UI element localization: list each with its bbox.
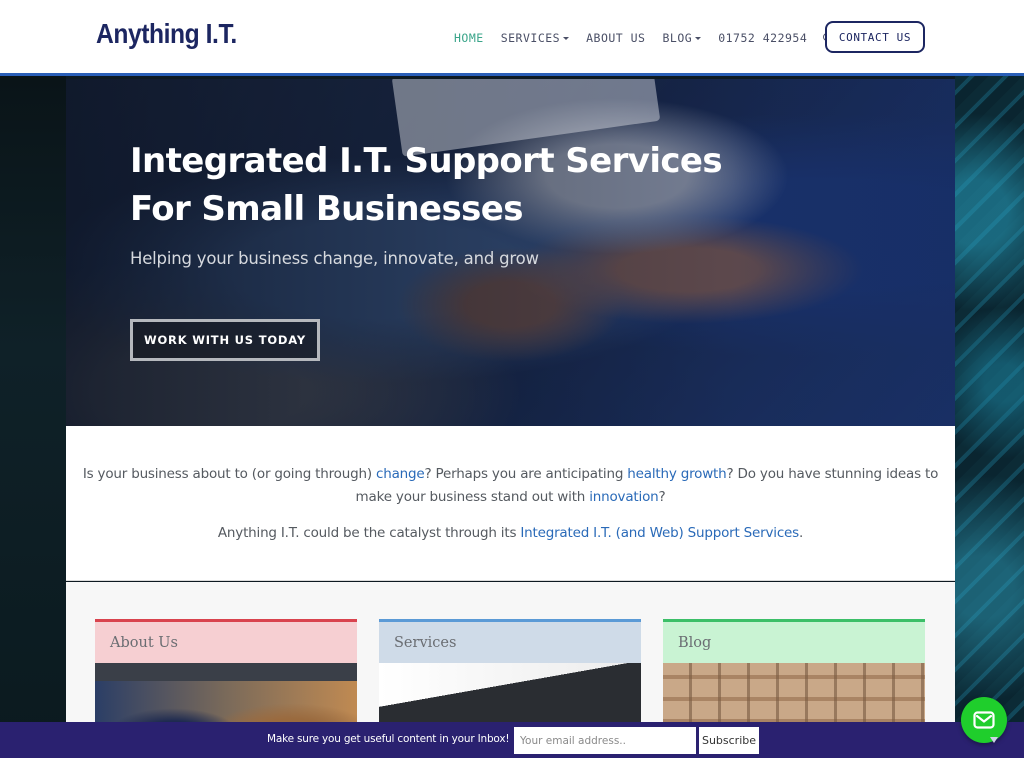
card-title[interactable]: Blog [663, 619, 925, 663]
nav-services[interactable]: SERVICES [500, 31, 570, 45]
card-title[interactable]: Services [379, 619, 641, 663]
nav-services-label: SERVICES [500, 31, 561, 45]
intro-text: ? Perhaps you are anticipating [424, 466, 628, 482]
page: Anything I.T. HOME SERVICES ABOUT US BLO… [0, 0, 1024, 758]
envelope-icon [973, 711, 995, 729]
hero-title-line2: For Small Businesses [130, 189, 523, 229]
work-with-us-button[interactable]: WORK WITH US TODAY [130, 319, 320, 361]
nav-home[interactable]: HOME [454, 31, 484, 45]
background-right [955, 76, 1024, 758]
intro-text: . [799, 525, 804, 541]
chat-button[interactable] [961, 697, 1007, 743]
email-input[interactable] [514, 727, 696, 754]
chevron-down-icon [695, 37, 702, 40]
site-logo[interactable]: Anything I.T. [96, 18, 237, 50]
hero-title: Integrated I.T. Support Services For Sma… [130, 137, 723, 233]
main-nav: HOME SERVICES ABOUT US BLOG 01752 422954 [454, 31, 850, 45]
intro-text: Anything I.T. could be the catalyst thro… [217, 525, 521, 541]
background-left [0, 76, 66, 758]
support-services-link[interactable]: Integrated I.T. (and Web) Support Servic… [520, 525, 799, 541]
contact-us-button[interactable]: CONTACT US [825, 21, 925, 53]
subscribe-text: Make sure you get useful content in your… [267, 733, 510, 745]
nav-phone[interactable]: 01752 422954 [718, 31, 807, 45]
catalyst-paragraph: Anything I.T. could be the catalyst thro… [66, 522, 955, 545]
chevron-down-icon[interactable] [990, 737, 998, 743]
intro-text: ? [658, 489, 666, 505]
healthy-growth-link[interactable]: healthy growth [627, 466, 726, 482]
intro-section: Is your business about to (or going thro… [66, 426, 955, 581]
innovation-link[interactable]: innovation [589, 489, 658, 505]
nav-blog-label: BLOG [662, 31, 693, 45]
nav-about[interactable]: ABOUT US [586, 31, 645, 45]
chevron-down-icon [563, 37, 570, 40]
subscribe-bar: Make sure you get useful content in your… [0, 722, 1024, 758]
card-title[interactable]: About Us [95, 619, 357, 663]
hero-banner: Integrated I.T. Support Services For Sma… [66, 79, 955, 426]
hero-title-line1: Integrated I.T. Support Services [130, 141, 723, 181]
change-link[interactable]: change [376, 466, 425, 482]
site-header: Anything I.T. HOME SERVICES ABOUT US BLO… [0, 0, 1024, 76]
hero-subtitle: Helping your business change, innovate, … [130, 249, 539, 268]
intro-paragraph: Is your business about to (or going thro… [66, 463, 955, 509]
nav-blog[interactable]: BLOG [662, 31, 702, 45]
intro-text: Is your business about to (or going thro… [82, 466, 376, 482]
subscribe-button[interactable]: Subscribe [699, 727, 759, 754]
